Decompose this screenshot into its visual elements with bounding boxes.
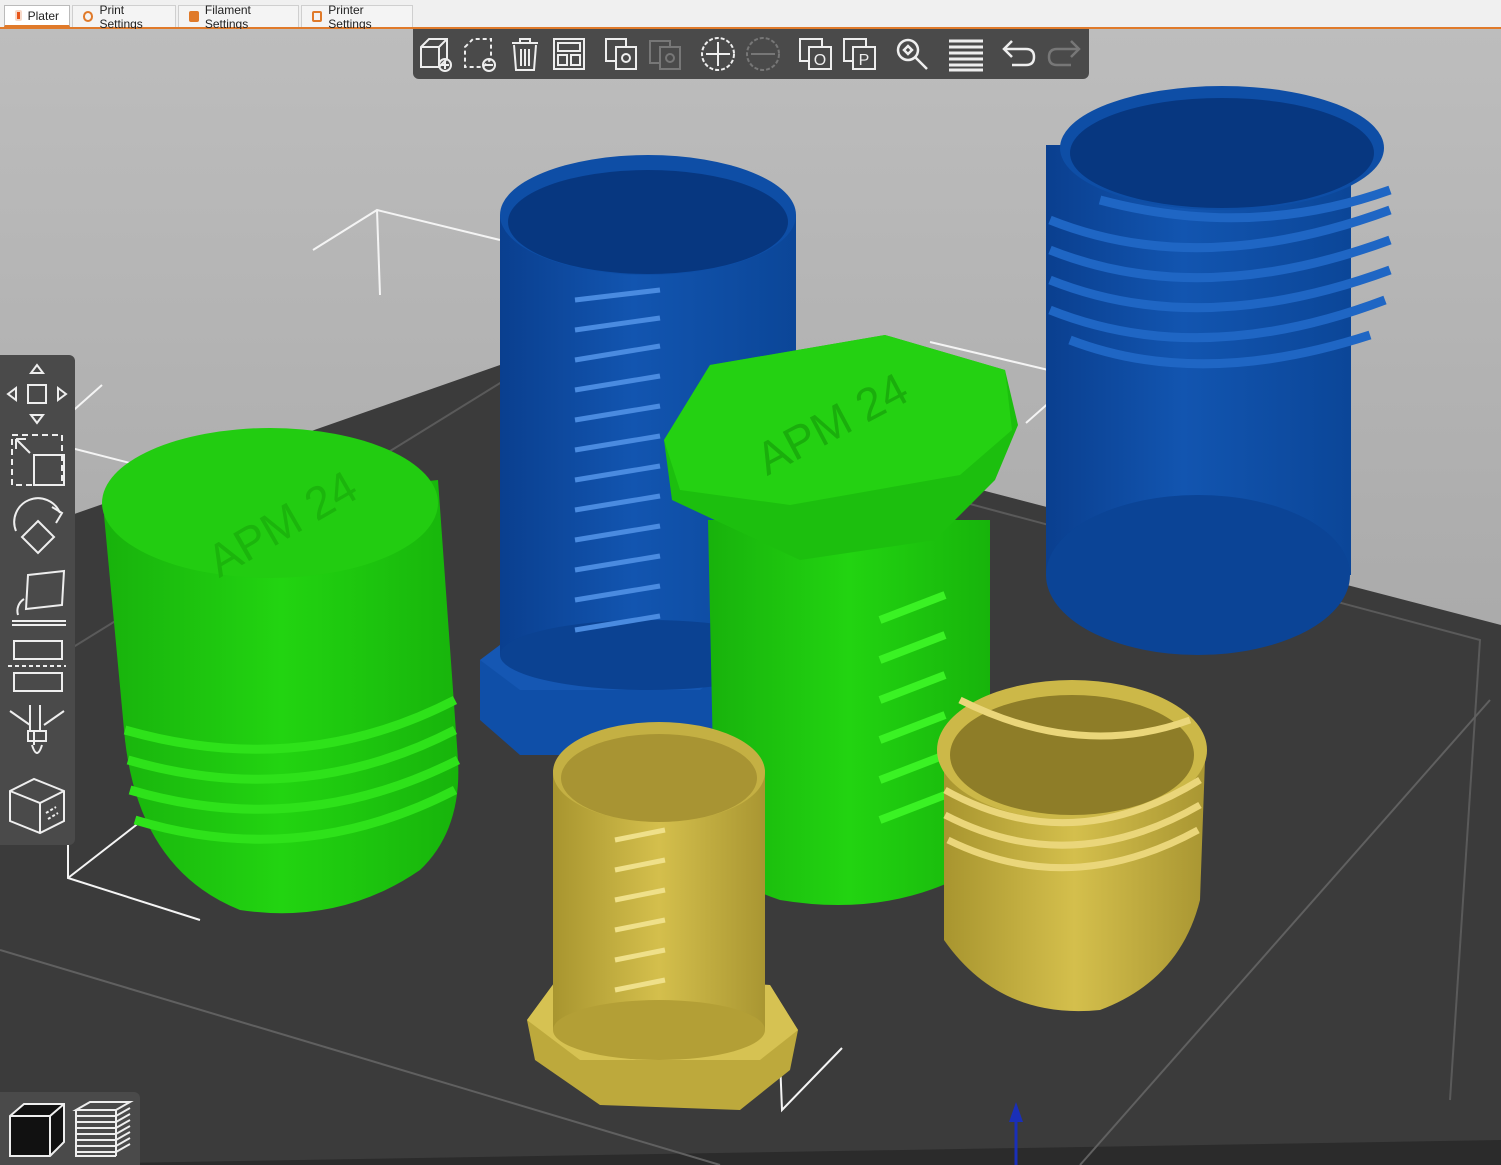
delete-object-icon[interactable] <box>461 35 499 73</box>
tab-print-settings[interactable]: Print Settings <box>72 3 176 31</box>
arrange-icon[interactable] <box>550 35 588 73</box>
tab-filament-settings[interactable]: Filament Settings <box>178 3 299 31</box>
delete-all-icon[interactable] <box>506 35 544 73</box>
tab-printer-settings[interactable]: Printer Settings <box>301 3 413 31</box>
search-icon[interactable] <box>893 35 931 73</box>
svg-text:P: P <box>859 52 870 69</box>
rotate-icon[interactable] <box>4 497 70 563</box>
cut-icon[interactable] <box>4 633 70 699</box>
filament-settings-icon <box>189 11 199 22</box>
3d-viewport[interactable]: APM 24 APM 24 <box>0 29 1501 1165</box>
main-toolbar: O P <box>413 29 1089 79</box>
model-gold-nut-cup[interactable] <box>527 722 798 1110</box>
redo-icon[interactable] <box>1045 35 1083 73</box>
tab-plater[interactable]: Plater <box>4 5 70 27</box>
tab-label: Printer Settings <box>328 2 372 31</box>
printer-settings-icon <box>312 11 323 22</box>
svg-text:O: O <box>814 52 826 69</box>
paint-supports-icon[interactable] <box>4 701 70 767</box>
model-blue-threaded-cup[interactable] <box>1046 86 1392 655</box>
tab-label: Plater <box>27 8 59 23</box>
scale-icon[interactable] <box>4 429 70 495</box>
split-objects-icon[interactable]: O <box>797 35 835 73</box>
tab-label: Print Settings <box>99 2 143 31</box>
undo-icon[interactable] <box>1000 35 1038 73</box>
place-on-face-icon[interactable] <box>4 565 70 631</box>
copy-icon[interactable] <box>602 35 640 73</box>
layers-editing-icon[interactable] <box>947 35 985 73</box>
split-parts-icon[interactable]: P <box>841 35 879 73</box>
tab-bar: Plater Print Settings Filament Settings … <box>0 0 1501 31</box>
paste-icon[interactable] <box>646 35 684 73</box>
3d-view-icon[interactable] <box>6 1098 68 1160</box>
sla-support-icon[interactable] <box>4 773 70 839</box>
plater-icon <box>15 10 22 21</box>
view-mode-switch <box>0 1092 140 1165</box>
remove-instance-icon[interactable] <box>744 35 782 73</box>
print-settings-icon <box>83 11 94 22</box>
move-icon[interactable] <box>4 361 70 427</box>
add-object-icon[interactable] <box>417 35 455 73</box>
model-gold-threaded-ring[interactable] <box>937 680 1207 1012</box>
tab-label: Filament Settings <box>204 2 251 31</box>
gizmo-toolbar <box>0 355 75 845</box>
add-instance-icon[interactable] <box>699 35 737 73</box>
preview-layers-icon[interactable] <box>72 1098 134 1160</box>
